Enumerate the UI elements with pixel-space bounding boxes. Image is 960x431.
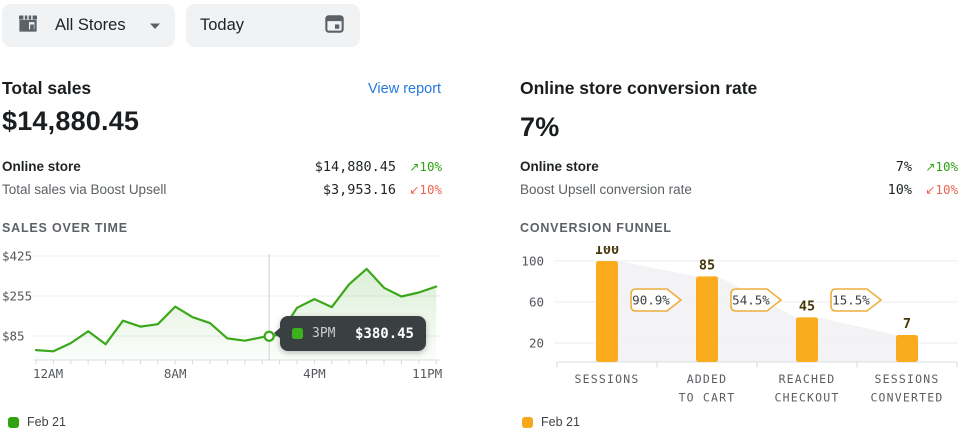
chart-tooltip: 3PM $380.45 (280, 316, 426, 351)
analytics-dashboard: All Stores Today Total sales View report… (0, 0, 960, 431)
sales-chart-legend: Feb 21 (8, 415, 66, 429)
legend-label: Feb 21 (27, 415, 66, 429)
tooltip-time: 3PM (312, 326, 335, 341)
conversion-breakdown: Online store 7% ↗10% Boost Upsell conver… (520, 155, 958, 201)
metric-value: 10% (802, 182, 912, 198)
calendar-icon (323, 12, 346, 40)
sales-over-time-chart[interactable]: $425 $255 $85 12AM 8AM 4PM 11PM (0, 248, 446, 382)
funnel-bar (896, 335, 918, 362)
conversion-rate-title: Online store conversion rate (520, 78, 757, 99)
total-sales-title: Total sales (2, 78, 91, 99)
conversion-badge-label: 15.5% (832, 293, 870, 308)
trend-up-icon: ↗ (925, 160, 935, 174)
metric-delta-up: ↗10% (396, 159, 442, 174)
store-selector-button[interactable]: All Stores (2, 4, 175, 47)
metric-delta-down: ↙10% (912, 182, 958, 197)
x-axis-label: 8AM (164, 366, 187, 381)
x-axis-category-label: SESSIONS (575, 372, 640, 386)
x-axis-category-label: SESSIONS (875, 372, 940, 386)
bar-value-label: 7 (903, 316, 911, 332)
legend-swatch-green (8, 417, 19, 428)
metric-label: Online store (520, 159, 802, 174)
funnel-bar (696, 276, 718, 362)
store-icon (16, 11, 40, 40)
bar-value-label: 100 (595, 246, 619, 258)
chevron-down-icon (149, 17, 161, 35)
trend-down-icon: ↙ (925, 183, 935, 197)
y-axis-label: 60 (529, 295, 544, 310)
metric-label: Online store (2, 159, 286, 174)
bar-value-label: 85 (699, 257, 715, 273)
legend-swatch-orange (522, 417, 533, 428)
conversion-badge-label: 54.5% (732, 293, 770, 308)
y-axis-label: 20 (529, 336, 544, 351)
x-axis-category-label: CONVERTED (870, 391, 943, 405)
x-axis-category-label: CHECKOUT (775, 391, 840, 405)
funnel-bar (796, 317, 818, 362)
conversion-badge-label: 90.9% (632, 293, 670, 308)
store-selector-label: All Stores (55, 16, 126, 35)
metric-value: 7% (802, 159, 912, 175)
bar-value-label: 45 (799, 298, 815, 314)
total-sales-breakdown: Online store $14,880.45 ↗10% Total sales… (2, 155, 442, 201)
conversion-funnel-heading: CONVERSION FUNNEL (520, 221, 672, 235)
hover-dot (265, 332, 274, 341)
metric-label: Boost Upsell conversion rate (520, 182, 802, 197)
metric-row-boost-upsell: Total sales via Boost Upsell $3,953.16 ↙… (2, 178, 442, 201)
x-axis-category-label: ADDED (687, 372, 728, 386)
tooltip-arrow (274, 327, 281, 339)
y-axis-label: 100 (521, 254, 544, 269)
metric-value: $3,953.16 (286, 182, 396, 198)
metric-delta-down: ↙10% (396, 182, 442, 197)
conversion-funnel-chart[interactable]: 100 60 20 100 85 45 7 90.9% 54.5% 15.5% SESSIONS AD… (520, 246, 960, 410)
legend-label: Feb 21 (541, 415, 580, 429)
date-selector-button[interactable]: Today (186, 4, 360, 47)
x-axis-label: 11PM (412, 366, 442, 381)
total-sales-value: $14,880.45 (2, 106, 139, 137)
y-axis-label: $255 (2, 289, 32, 304)
tooltip-value: $380.45 (355, 326, 414, 342)
view-report-link[interactable]: View report (368, 81, 441, 97)
funnel-chart-legend: Feb 21 (522, 415, 580, 429)
metric-row-online-store-rate: Online store 7% ↗10% (520, 155, 958, 178)
conversion-rate-value: 7% (520, 112, 559, 143)
date-selector-label: Today (200, 16, 244, 35)
metric-value: $14,880.45 (286, 159, 396, 175)
x-axis-label: 12AM (33, 366, 63, 381)
y-axis-label: $425 (2, 249, 32, 264)
x-axis-category-label: TO CART (679, 391, 736, 405)
y-axis-label: $85 (2, 329, 25, 344)
metric-row-boost-upsell-rate: Boost Upsell conversion rate 10% ↙10% (520, 178, 958, 201)
funnel-bar (596, 261, 618, 362)
trend-down-icon: ↙ (409, 183, 419, 197)
metric-row-online-store: Online store $14,880.45 ↗10% (2, 155, 442, 178)
sales-over-time-heading: SALES OVER TIME (2, 221, 128, 235)
x-axis-category-label: REACHED (779, 372, 836, 386)
x-axis-label: 4PM (303, 366, 326, 381)
tooltip-series-swatch (292, 328, 303, 339)
trend-up-icon: ↗ (409, 160, 419, 174)
metric-delta-up: ↗10% (912, 159, 958, 174)
metric-label: Total sales via Boost Upsell (2, 182, 286, 197)
